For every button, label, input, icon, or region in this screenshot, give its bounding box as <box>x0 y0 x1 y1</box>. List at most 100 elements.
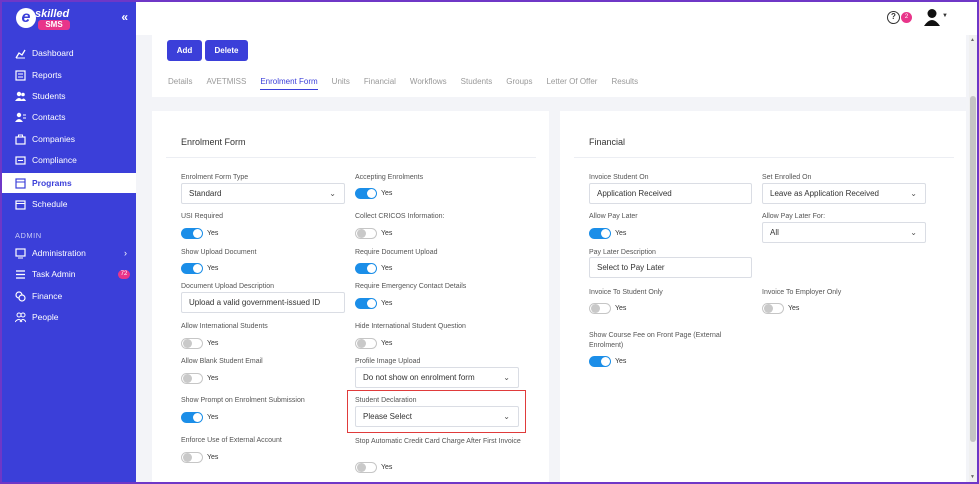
switch <box>355 263 377 274</box>
pay-later-description-input[interactable]: Select to Pay Later <box>589 257 752 278</box>
report-icon <box>15 69 26 81</box>
sidebar-item-finance[interactable]: Finance <box>2 286 136 306</box>
stop-cc-toggle[interactable]: Yes <box>355 462 392 473</box>
profile-image-select[interactable]: Do not show on enrolment form ⌄ <box>355 367 519 388</box>
toggle-label: Yes <box>615 230 627 237</box>
sidebar-item-reports[interactable]: Reports <box>2 65 136 85</box>
chevron-down-icon: ⌄ <box>910 228 917 237</box>
section-admin: ADMIN <box>15 231 42 240</box>
accepting-enrolments-toggle[interactable]: Yes <box>355 188 392 199</box>
list-icon <box>15 269 26 280</box>
label: Allow International Students <box>181 323 268 330</box>
toggle-label: Yes <box>207 340 219 347</box>
switch <box>181 412 203 423</box>
enrolment-form-type-select[interactable]: Standard ⌄ <box>181 183 345 204</box>
tab-financial[interactable]: Financial <box>364 77 396 90</box>
sidebar-item-contacts[interactable]: Contacts <box>2 107 136 127</box>
select-value: All <box>770 228 779 237</box>
switch <box>181 373 203 384</box>
switch <box>181 452 203 463</box>
external-account-toggle[interactable]: Yes <box>181 452 218 463</box>
tab-results[interactable]: Results <box>611 77 638 90</box>
require-upload-toggle[interactable]: Yes <box>355 263 392 274</box>
toggle-label: Yes <box>381 340 393 347</box>
intl-students-toggle[interactable]: Yes <box>181 338 218 349</box>
sidebar-item-programs[interactable]: Programs <box>2 173 136 193</box>
tab-groups[interactable]: Groups <box>506 77 532 90</box>
sidebar-item-label: Students <box>32 91 66 101</box>
sidebar-item-label: Reports <box>32 70 62 80</box>
collapse-sidebar-icon[interactable]: « <box>121 10 128 24</box>
switch <box>355 298 377 309</box>
sidebar-item-task-admin[interactable]: Task Admin 72 <box>2 264 136 284</box>
tab-enrolment-form[interactable]: Enrolment Form <box>260 77 318 90</box>
blank-email-toggle[interactable]: Yes <box>181 373 218 384</box>
tab-avetmiss[interactable]: AVETMISS <box>206 77 246 90</box>
cricos-toggle[interactable]: Yes <box>355 228 392 239</box>
delete-button[interactable]: Delete <box>205 40 248 61</box>
add-button[interactable]: Add <box>167 40 202 61</box>
sidebar-item-people[interactable]: People <box>2 307 136 327</box>
tab-units[interactable]: Units <box>332 77 350 90</box>
help-icon[interactable]: ? <box>887 11 900 24</box>
programs-icon <box>15 177 26 189</box>
switch <box>355 338 377 349</box>
sidebar-item-label: Administration <box>32 248 86 258</box>
sidebar-item-label: Finance <box>32 291 63 301</box>
usi-required-toggle[interactable]: Yes <box>181 228 218 239</box>
sidebar-item-label: Contacts <box>32 112 66 122</box>
label: Student Declaration <box>355 397 417 404</box>
label: Enrolment Form Type <box>181 174 249 181</box>
toggle-label: Yes <box>788 305 800 312</box>
show-upload-toggle[interactable]: Yes <box>181 263 218 274</box>
course-fee-toggle[interactable]: Yes <box>589 356 626 367</box>
enrolment-form-card: Enrolment Form Enrolment Form Type Stand… <box>152 111 549 484</box>
tab-workflows[interactable]: Workflows <box>410 77 447 90</box>
switch <box>181 338 203 349</box>
invoice-student-on-input[interactable]: Application Received <box>589 183 752 204</box>
caret-down-icon[interactable]: ▼ <box>942 13 948 19</box>
sidebar-item-compliance[interactable]: Compliance <box>2 150 136 170</box>
label: Stop Automatic Credit Card Charge After … <box>355 438 521 445</box>
label: Show Course Fee on Front Page (External … <box>589 332 722 349</box>
toggle-label: Yes <box>207 265 219 272</box>
hide-intl-toggle[interactable]: Yes <box>355 338 392 349</box>
pay-later-toggle[interactable]: Yes <box>589 228 626 239</box>
student-declaration-select[interactable]: Please Select ⌄ <box>355 406 519 427</box>
prompt-toggle[interactable]: Yes <box>181 412 218 423</box>
sidebar-item-administration[interactable]: Administration › <box>2 243 136 263</box>
label: Profile Image Upload <box>355 358 421 365</box>
pay-later-for-select[interactable]: All ⌄ <box>762 222 926 243</box>
chevron-right-icon: › <box>124 248 127 258</box>
scroll-down-icon[interactable]: ▼ <box>970 474 975 480</box>
briefcase-icon <box>15 134 26 145</box>
switch <box>589 303 611 314</box>
set-enrolled-select[interactable]: Leave as Application Received ⌄ <box>762 183 926 204</box>
invoice-student-only-toggle[interactable]: Yes <box>589 303 626 314</box>
sidebar-item-label: Task Admin <box>32 269 76 279</box>
tab-letter-of-offer[interactable]: Letter Of Offer <box>546 77 597 90</box>
sidebar-item-companies[interactable]: Companies <box>2 129 136 149</box>
scroll-up-icon[interactable]: ▲ <box>970 37 975 43</box>
logo-sms: SMS <box>38 20 70 30</box>
switch <box>181 228 203 239</box>
notification-badge: 2 <box>901 12 912 23</box>
label: Hide International Student Question <box>355 323 466 330</box>
sidebar-item-schedule[interactable]: Schedule <box>2 194 136 214</box>
scrollbar-thumb[interactable] <box>970 96 976 442</box>
emergency-contact-toggle[interactable]: Yes <box>355 298 392 309</box>
tab-details[interactable]: Details <box>168 77 192 90</box>
invoice-employer-only-toggle[interactable]: Yes <box>762 303 799 314</box>
tab-bar: Details AVETMISS Enrolment Form Units Fi… <box>168 77 652 90</box>
label: Show Prompt on Enrolment Submission <box>181 397 305 404</box>
sidebar-item-students[interactable]: Students <box>2 86 136 106</box>
chart-line-icon <box>15 48 26 59</box>
tab-students[interactable]: Students <box>461 77 493 90</box>
doc-description-input[interactable]: Upload a valid government-issued ID <box>181 292 345 313</box>
app-logo[interactable]: e skilled SMS <box>16 8 76 34</box>
calendar-icon <box>15 199 26 210</box>
sidebar-item-dashboard[interactable]: Dashboard <box>2 43 136 63</box>
contacts-icon <box>15 112 26 123</box>
select-value: Leave as Application Received <box>770 189 879 198</box>
user-avatar-icon[interactable] <box>923 8 941 26</box>
